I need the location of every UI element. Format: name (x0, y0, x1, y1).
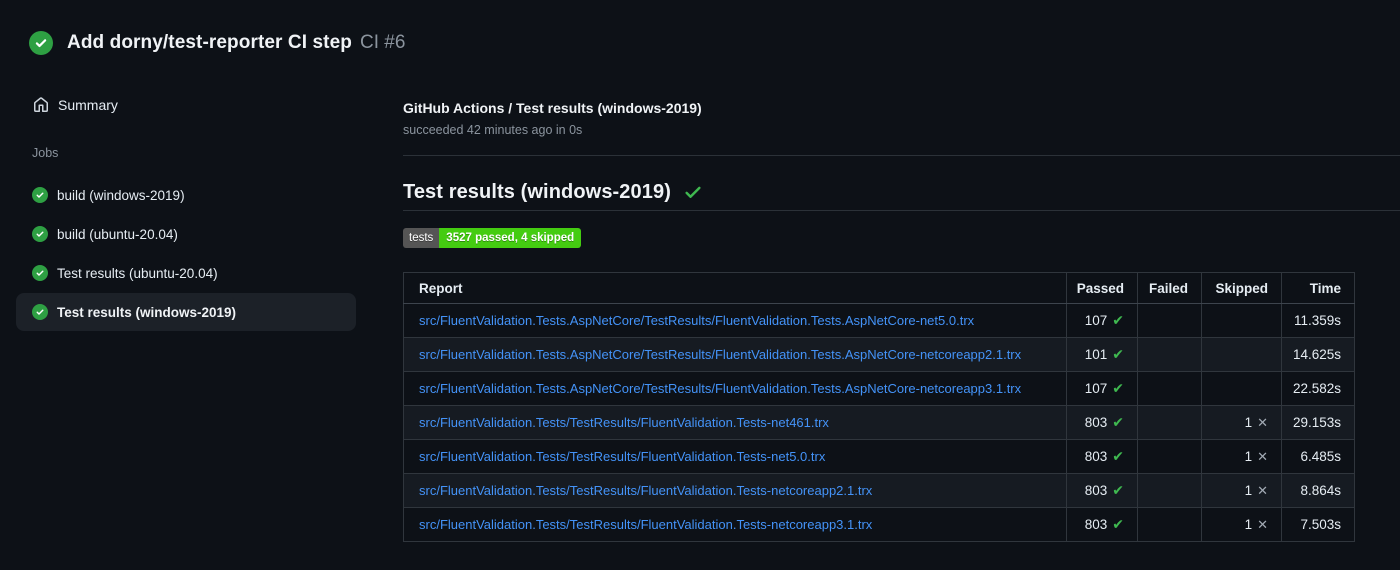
check-run-title: GitHub Actions / Test results (windows-2… (403, 100, 702, 116)
sidebar-job-build-ubuntu[interactable]: build (ubuntu-20.04) (16, 218, 356, 250)
report-link[interactable]: src/FluentValidation.Tests.AspNetCore/Te… (419, 347, 1021, 362)
skipped-cell (1201, 337, 1282, 372)
passed-cell: 803 ✔ (1066, 473, 1138, 508)
sidebar-job-test-results-ubuntu[interactable]: Test results (ubuntu-20.04) (16, 257, 356, 289)
report-cell: src/FluentValidation.Tests/TestResults/F… (403, 439, 1067, 474)
passed-cell: 803 ✔ (1066, 405, 1138, 440)
report-cell: src/FluentValidation.Tests/TestResults/F… (403, 473, 1067, 508)
passed-cell: 803 ✔ (1066, 507, 1138, 542)
job-success-check-circle-icon (32, 226, 48, 242)
job-label: Test results (windows-2019) (57, 304, 237, 320)
sidebar-job-test-results-windows[interactable]: Test results (windows-2019) (16, 293, 356, 331)
column-header-skipped: Skipped (1201, 272, 1282, 304)
job-success-check-circle-icon (32, 304, 48, 320)
skip-cross-icon: ✕ (1257, 414, 1268, 430)
job-label: Test results (ubuntu-20.04) (57, 265, 218, 281)
table-row: src/FluentValidation.Tests/TestResults/F… (403, 405, 1355, 440)
report-link[interactable]: src/FluentValidation.Tests/TestResults/F… (419, 483, 872, 498)
skip-cross-icon: ✕ (1257, 482, 1268, 498)
failed-cell (1137, 405, 1202, 440)
tests-badge-label: tests (403, 228, 440, 248)
report-cell: src/FluentValidation.Tests/TestResults/F… (403, 405, 1067, 440)
section-title: Test results (windows-2019) (403, 181, 703, 204)
time-cell: 6.485s (1281, 439, 1355, 474)
table-header-row: Report Passed Failed Skipped Time (403, 272, 1355, 304)
time-cell: 22.582s (1281, 371, 1355, 406)
home-icon (34, 97, 48, 112)
job-success-check-circle-icon (32, 265, 48, 281)
passed-cell: 107 ✔ (1066, 371, 1138, 406)
skipped-cell (1201, 371, 1282, 406)
job-label: build (ubuntu-20.04) (57, 226, 178, 242)
time-cell: 8.864s (1281, 473, 1355, 508)
pass-check-icon: ✔ (1112, 414, 1124, 430)
page: Add dorny/test-reporter CI step CI #6 Su… (0, 0, 1400, 570)
time-cell: 14.625s (1281, 337, 1355, 372)
table-row: src/FluentValidation.Tests/TestResults/F… (403, 473, 1355, 508)
failed-cell (1137, 439, 1202, 474)
tests-badge: tests 3527 passed, 4 skipped (403, 228, 582, 248)
divider (403, 210, 1400, 211)
skipped-cell: 1 ✕ (1201, 439, 1282, 474)
pass-check-icon: ✔ (1112, 516, 1124, 532)
pass-check-icon: ✔ (1112, 380, 1124, 396)
pass-check-icon: ✔ (1112, 346, 1124, 362)
table-row: src/FluentValidation.Tests.AspNetCore/Te… (403, 303, 1355, 338)
failed-cell (1137, 303, 1202, 338)
sidebar-job-build-windows[interactable]: build (windows-2019) (16, 179, 356, 211)
sidebar: Summary Jobs build (windows-2019) build … (0, 0, 380, 570)
column-header-report: Report (403, 272, 1067, 304)
report-link[interactable]: src/FluentValidation.Tests/TestResults/F… (419, 449, 825, 464)
report-cell: src/FluentValidation.Tests.AspNetCore/Te… (403, 337, 1067, 372)
job-success-check-circle-icon (32, 187, 48, 203)
skipped-cell: 1 ✕ (1201, 507, 1282, 542)
report-table: Report Passed Failed Skipped Time src/Fl… (403, 272, 1355, 542)
time-cell: 11.359s (1281, 303, 1355, 338)
table-row: src/FluentValidation.Tests/TestResults/F… (403, 507, 1355, 542)
time-cell: 29.153s (1281, 405, 1355, 440)
skipped-cell: 1 ✕ (1201, 473, 1282, 508)
skip-cross-icon: ✕ (1257, 516, 1268, 532)
skipped-cell (1201, 303, 1282, 338)
pass-check-icon: ✔ (1112, 448, 1124, 464)
skip-cross-icon: ✕ (1257, 448, 1268, 464)
pass-check-icon: ✔ (1112, 312, 1124, 328)
divider (403, 155, 1400, 156)
report-cell: src/FluentValidation.Tests.AspNetCore/Te… (403, 303, 1067, 338)
job-label: build (windows-2019) (57, 187, 185, 203)
column-header-time: Time (1281, 272, 1355, 304)
jobs-section-label: Jobs (32, 146, 59, 160)
sidebar-item-summary[interactable]: Summary (33, 95, 118, 115)
failed-cell (1137, 337, 1202, 372)
report-link[interactable]: src/FluentValidation.Tests.AspNetCore/Te… (419, 313, 974, 328)
failed-cell (1137, 507, 1202, 542)
success-check-icon (685, 186, 701, 198)
report-table-body: src/FluentValidation.Tests.AspNetCore/Te… (403, 303, 1355, 542)
summary-label: Summary (58, 97, 118, 113)
table-row: src/FluentValidation.Tests.AspNetCore/Te… (403, 371, 1355, 406)
passed-cell: 107 ✔ (1066, 303, 1138, 338)
passed-cell: 101 ✔ (1066, 337, 1138, 372)
time-cell: 7.503s (1281, 507, 1355, 542)
check-run-status: succeeded 42 minutes ago in 0s (403, 123, 583, 137)
failed-cell (1137, 371, 1202, 406)
pass-check-icon: ✔ (1112, 482, 1124, 498)
table-row: src/FluentValidation.Tests.AspNetCore/Te… (403, 337, 1355, 372)
report-link[interactable]: src/FluentValidation.Tests/TestResults/F… (419, 517, 872, 532)
report-cell: src/FluentValidation.Tests.AspNetCore/Te… (403, 371, 1067, 406)
section-title-text: Test results (windows-2019) (403, 181, 671, 203)
column-header-failed: Failed (1137, 272, 1202, 304)
tests-badge-value: 3527 passed, 4 skipped (439, 228, 582, 248)
report-link[interactable]: src/FluentValidation.Tests/TestResults/F… (419, 415, 829, 430)
report-link[interactable]: src/FluentValidation.Tests.AspNetCore/Te… (419, 381, 1021, 396)
failed-cell (1137, 473, 1202, 508)
skipped-cell: 1 ✕ (1201, 405, 1282, 440)
report-cell: src/FluentValidation.Tests/TestResults/F… (403, 507, 1067, 542)
column-header-passed: Passed (1066, 272, 1138, 304)
table-row: src/FluentValidation.Tests/TestResults/F… (403, 439, 1355, 474)
passed-cell: 803 ✔ (1066, 439, 1138, 474)
